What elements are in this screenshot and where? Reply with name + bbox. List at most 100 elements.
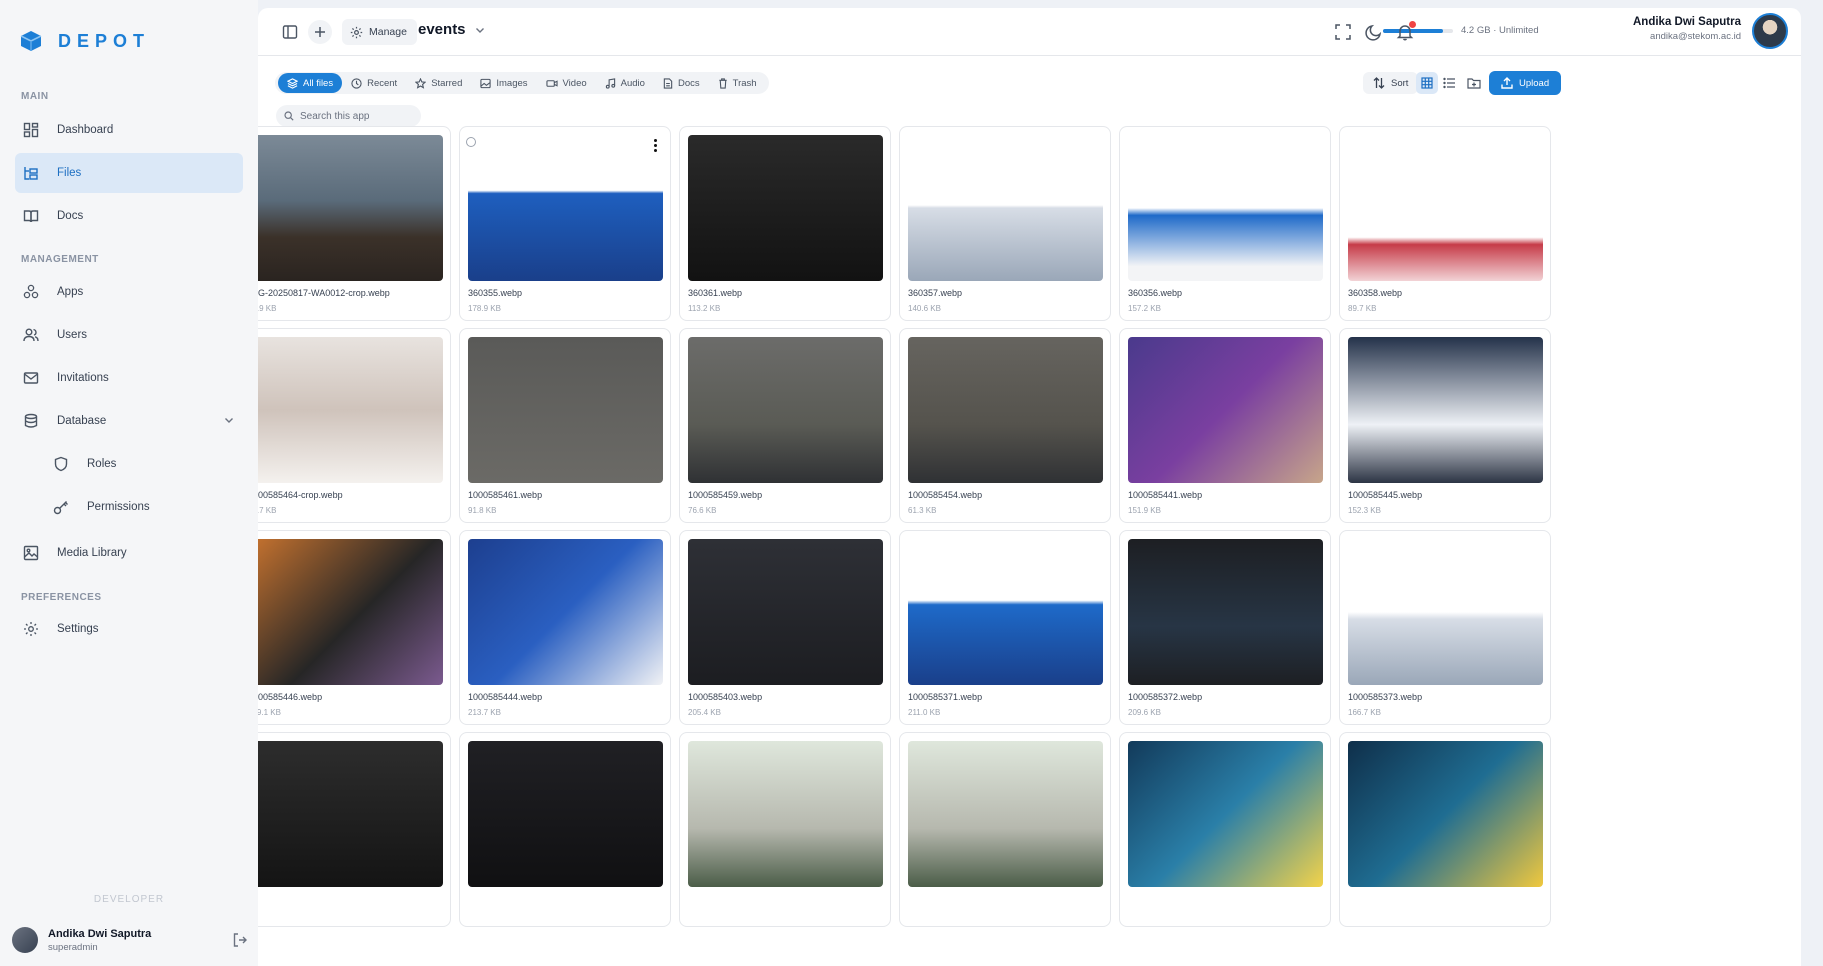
sidebar-item-label: Permissions	[87, 501, 150, 513]
file-card[interactable]: 1000585445.webp 152.3 KB	[1339, 328, 1551, 523]
file-card[interactable]: 1000585403.webp 205.4 KB	[679, 530, 891, 725]
logout-icon[interactable]	[232, 932, 248, 953]
sidebar-item-settings[interactable]: Settings	[15, 609, 243, 649]
star-icon	[415, 77, 427, 89]
file-card[interactable]: 1000585446.webp 229.1 KB	[258, 530, 451, 725]
file-size: 213.7 KB	[468, 708, 501, 717]
file-card[interactable]: 1000585373.webp 166.7 KB	[1339, 530, 1551, 725]
file-size: 211.0 KB	[908, 708, 941, 717]
sidebar-toggle-icon[interactable]	[278, 20, 302, 44]
upload-button[interactable]: Upload	[1489, 71, 1562, 95]
fullscreen-icon[interactable]	[1331, 20, 1355, 44]
file-thumbnail	[908, 741, 1103, 887]
upload-label: Upload	[1519, 77, 1550, 89]
file-card[interactable]: 1000585464-crop.webp 54.7 KB	[258, 328, 451, 523]
bell-icon[interactable]	[1393, 20, 1417, 44]
file-thumbnail	[1348, 539, 1543, 685]
layers-icon	[287, 77, 298, 89]
tab-docs[interactable]: Docs	[654, 73, 709, 93]
search-input[interactable]: Search this app	[276, 105, 421, 127]
file-card[interactable]: 1000585372.webp 209.6 KB	[1119, 530, 1331, 725]
tab-trash[interactable]: Trash	[709, 73, 766, 93]
file-card[interactable]	[1119, 732, 1331, 927]
file-card[interactable]: 1000585461.webp 91.8 KB	[459, 328, 671, 523]
manage-label: Manage	[369, 26, 407, 38]
file-name: 1000585454.webp	[908, 490, 983, 500]
file-card[interactable]: 1000585454.webp 61.3 KB	[899, 328, 1111, 523]
file-name: 1000585446.webp	[258, 692, 323, 702]
user-name: Andika Dwi Saputra	[1633, 16, 1741, 28]
file-size: 91.8 KB	[468, 506, 497, 515]
select-checkbox[interactable]	[466, 137, 476, 147]
tab-label: Starred	[431, 77, 463, 89]
tab-audio[interactable]: Audio	[596, 73, 654, 93]
file-thumbnail	[1348, 337, 1543, 483]
sidebar-item-permissions[interactable]: Permissions	[45, 487, 243, 527]
file-name: 360356.webp	[1128, 288, 1183, 298]
file-thumbnail	[1128, 135, 1323, 281]
add-icon[interactable]	[308, 20, 332, 44]
avatar	[12, 927, 38, 953]
file-card[interactable]: 360361.webp 113.2 KB	[679, 126, 891, 321]
list-view-icon[interactable]	[1438, 72, 1460, 94]
notification-dot	[1409, 21, 1416, 28]
breadcrumb[interactable]: events	[418, 21, 486, 38]
file-size: 152.3 KB	[1348, 506, 1381, 515]
tab-label: Trash	[732, 77, 757, 89]
tab-video[interactable]: Video	[537, 73, 596, 93]
image-icon	[480, 78, 491, 88]
sort-button[interactable]: Sort	[1363, 72, 1419, 94]
file-thumbnail	[1128, 337, 1323, 483]
sidebar-item-database[interactable]: Database	[15, 401, 243, 441]
file-thumbnail	[908, 337, 1103, 483]
gear-icon	[21, 619, 41, 639]
user-email: andika@stekom.ac.id	[1650, 31, 1741, 42]
sidebar-item-docs[interactable]: Docs	[15, 196, 243, 236]
file-thumbnail	[688, 337, 883, 483]
file-card[interactable]: 360358.webp 89.7 KB	[1339, 126, 1551, 321]
sidebar-item-users[interactable]: Users	[15, 315, 243, 355]
sidebar-item-label: Invitations	[57, 372, 109, 384]
file-card[interactable]	[459, 732, 671, 927]
app-logo[interactable]: DEPOT	[18, 28, 150, 54]
sidebar-item-roles[interactable]: Roles	[45, 444, 243, 484]
tab-images[interactable]: Images	[471, 73, 536, 93]
file-card[interactable]: 360357.webp 140.6 KB	[899, 126, 1111, 321]
sidebar-item-dashboard[interactable]: Dashboard	[15, 110, 243, 150]
sidebar-item-media-library[interactable]: Media Library	[15, 533, 243, 573]
file-name: 1000585441.webp	[1128, 490, 1203, 500]
file-card[interactable]: 1000585371.webp 211.0 KB	[899, 530, 1111, 725]
file-card[interactable]: IMG-20250817-WA0012-crop.webp 68.9 KB	[258, 126, 451, 321]
file-card[interactable]	[258, 732, 451, 927]
file-thumbnail	[908, 135, 1103, 281]
dashboard-icon	[21, 120, 41, 140]
file-card[interactable]: 1000585441.webp 151.9 KB	[1119, 328, 1331, 523]
manage-button[interactable]: Manage	[342, 19, 417, 45]
more-options-icon[interactable]	[648, 137, 662, 153]
file-card[interactable]: 360356.webp 157.2 KB	[1119, 126, 1331, 321]
sidebar-user[interactable]: Andika Dwi Saputra superadmin	[12, 927, 151, 953]
breadcrumb-current: events	[418, 21, 466, 38]
moon-icon[interactable]	[1362, 20, 1386, 44]
file-thumbnail	[688, 135, 883, 281]
file-card[interactable]	[899, 732, 1111, 927]
tab-all-files[interactable]: All files	[278, 73, 343, 93]
file-card[interactable]: 360355.webp 178.9 KB	[459, 126, 671, 321]
file-card[interactable]: 1000585459.webp 76.6 KB	[679, 328, 891, 523]
user-menu[interactable]: Andika Dwi Saputra andika@stekom.ac.id	[1633, 16, 1741, 42]
grid-view-icon[interactable]	[1416, 72, 1438, 94]
tab-recent[interactable]: Recent	[342, 73, 406, 93]
new-folder-icon[interactable]	[1463, 72, 1485, 94]
sidebar-item-invitations[interactable]: Invitations	[15, 358, 243, 398]
sidebar-item-apps[interactable]: Apps	[15, 272, 243, 312]
file-thumbnail	[688, 741, 883, 887]
file-card[interactable]: 1000585444.webp 213.7 KB	[459, 530, 671, 725]
trash-icon	[718, 77, 727, 89]
file-card[interactable]	[1339, 732, 1551, 927]
avatar[interactable]	[1752, 13, 1788, 49]
sidebar-item-label: Roles	[87, 458, 117, 470]
file-card[interactable]	[679, 732, 891, 927]
tab-starred[interactable]: Starred	[406, 73, 471, 93]
sidebar-item-files[interactable]: Files	[15, 153, 243, 193]
file-size: 61.3 KB	[908, 506, 937, 515]
